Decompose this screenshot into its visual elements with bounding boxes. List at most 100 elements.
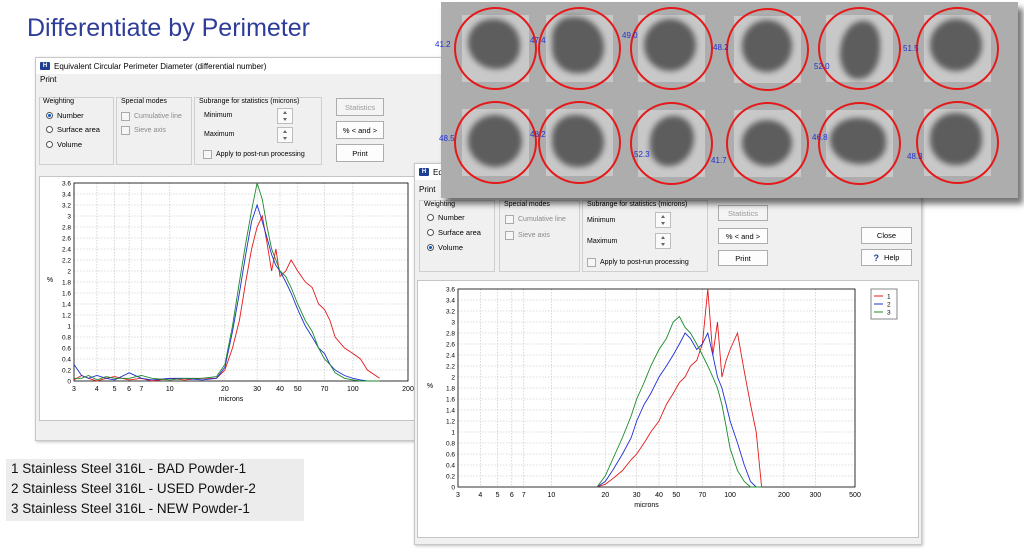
y-tick-label: 3 <box>451 319 455 326</box>
weighting-group: Weighting Number Surface area Volume <box>39 97 114 165</box>
x-tick-label: 20 <box>221 386 229 393</box>
y-tick-label: 0.4 <box>446 462 455 469</box>
radio-volume[interactable]: Volume <box>46 140 82 149</box>
y-tick-label: 1 <box>67 323 71 330</box>
maximum-stepper[interactable] <box>655 233 671 249</box>
radio-volume[interactable]: Volume <box>427 243 463 252</box>
subrange-label: Subrange for statistics (microns) <box>199 98 300 105</box>
special-modes-group: Special modes Cumulative line Sieve axis <box>116 97 192 165</box>
window-1-titlebar[interactable]: H Equivalent Circular Perimeter Diameter … <box>36 58 468 74</box>
y-tick-label: 3.2 <box>62 202 71 209</box>
x-tick-label: 40 <box>655 492 663 499</box>
checkbox-cumulative-line[interactable]: Cumulative line <box>121 112 182 121</box>
y-tick-label: 2 <box>451 374 455 381</box>
menu-print[interactable]: Print <box>419 185 435 194</box>
particle-image <box>916 101 999 184</box>
checkbox-apply-post-run[interactable]: Apply to post-run processing <box>587 258 689 267</box>
y-tick-label: 0.4 <box>62 356 71 363</box>
y-tick-label: 1.4 <box>446 407 455 414</box>
perimeter-circle <box>916 7 999 90</box>
radio-number[interactable]: Number <box>427 213 465 222</box>
checkbox-apply-post-run[interactable]: Apply to post-run processing <box>203 150 305 159</box>
radio-surface-area[interactable]: Surface area <box>46 125 100 134</box>
y-tick-label: 2.6 <box>62 235 71 242</box>
chart-2: 3 4 5 6 7 10 20 30 40 50 70 100 200 300 500 0 0.2 0.4 0.6 0… <box>427 286 898 509</box>
series-3-line <box>596 315 762 488</box>
help-button[interactable]: ? Help <box>861 249 912 266</box>
minimum-label: Minimum <box>204 112 233 119</box>
perimeter-circle <box>818 102 901 185</box>
radio-dot <box>46 126 53 133</box>
help-icon: ? <box>873 252 880 263</box>
particle-diameter-label: 41.2 <box>435 40 451 49</box>
print-button[interactable]: Print <box>718 250 768 266</box>
minimum-stepper[interactable] <box>277 108 293 124</box>
radio-dot <box>46 141 53 148</box>
radio-dot <box>427 244 434 251</box>
perimeter-circle <box>538 101 621 184</box>
sample-legend-item-3: 3 Stainless Steel 316L - NEW Powder-1 <box>11 501 250 516</box>
subrange-group: Subrange for statistics (microns) Minimu… <box>582 200 708 272</box>
sample-legend-item-1: 1 Stainless Steel 316L - BAD Powder-1 <box>11 461 247 476</box>
percent-and-button[interactable]: % < and > <box>718 228 768 244</box>
y-tick-label: 1.6 <box>446 396 455 403</box>
x-tick-label: 7 <box>139 386 143 393</box>
sample-legend-item-2: 2 Stainless Steel 316L - USED Powder-2 <box>11 481 256 496</box>
percent-and-button[interactable]: % < and > <box>336 121 384 139</box>
particle-image <box>630 102 713 185</box>
y-tick-label: 2.2 <box>62 257 71 264</box>
perimeter-circle <box>916 101 999 184</box>
particle-diameter-label: 48.5 <box>439 134 455 143</box>
subrange-label: Subrange for statistics (microns) <box>587 201 688 208</box>
menu-print[interactable]: Print <box>40 75 56 84</box>
x-axis-label: microns <box>219 396 244 403</box>
y-tick-label: 0.6 <box>62 345 71 352</box>
x-tick-label: 6 <box>510 492 514 499</box>
y-tick-label: 2.8 <box>62 224 71 231</box>
radio-surface-area[interactable]: Surface area <box>427 228 481 237</box>
statistics-button[interactable]: Statistics <box>336 98 384 116</box>
legend-label: 3 <box>887 309 891 316</box>
particle-diameter-label: 51.5 <box>903 44 919 53</box>
statistics-button[interactable]: Statistics <box>718 205 768 221</box>
minimum-stepper[interactable] <box>655 212 671 228</box>
x-tick-label: 300 <box>810 492 822 499</box>
x-tick-label: 30 <box>633 492 641 499</box>
y-tick-label: 3.2 <box>446 308 455 315</box>
x-tick-label: 7 <box>522 492 526 499</box>
radio-number[interactable]: Number <box>46 111 84 120</box>
particle-diameter-label: 48.2 <box>713 43 729 52</box>
window-1: H Equivalent Circular Perimeter Diameter … <box>35 57 469 441</box>
particle-image <box>726 8 809 91</box>
close-button[interactable]: Close <box>861 227 912 244</box>
particle-image <box>630 7 713 90</box>
chart-1: 3 4 5 6 7 10 20 30 40 50 70 100 200 0 0.2 0.4 0.6 0.8 1 1.2… <box>47 180 414 403</box>
checkbox-cumulative-line[interactable]: Cumulative line <box>505 215 566 224</box>
radio-dot <box>46 112 53 119</box>
y-tick-label: 0 <box>451 484 455 491</box>
particle-image <box>454 7 537 90</box>
particle-diameter-label: 48.3 <box>907 152 923 161</box>
x-axis-label: microns <box>634 502 659 509</box>
particle-diameter-label: 52.3 <box>634 150 650 159</box>
y-tick-label: 2.4 <box>446 352 455 359</box>
weighting-label: Weighting <box>424 201 456 208</box>
x-tick-label: 10 <box>166 386 174 393</box>
maximum-stepper[interactable] <box>277 127 293 143</box>
checkbox-box <box>203 150 212 159</box>
x-tick-label: 3 <box>456 492 460 499</box>
checkbox-sieve-axis[interactable]: Sieve axis <box>121 126 166 135</box>
app-icon: H <box>419 168 429 176</box>
x-tick-label: 4 <box>478 492 482 499</box>
help-label: Help <box>884 253 900 262</box>
checkbox-box <box>505 215 514 224</box>
checkbox-sieve-axis[interactable]: Sieve axis <box>505 231 550 240</box>
special-modes-label: Special modes <box>121 98 167 105</box>
x-tick-label: 5 <box>113 386 117 393</box>
particle-image <box>818 102 901 185</box>
x-tick-label: 70 <box>321 386 329 393</box>
perimeter-circle <box>538 7 621 90</box>
checkbox-box <box>587 258 596 267</box>
print-button[interactable]: Print <box>336 144 384 162</box>
y-tick-label: 3.6 <box>62 180 71 187</box>
